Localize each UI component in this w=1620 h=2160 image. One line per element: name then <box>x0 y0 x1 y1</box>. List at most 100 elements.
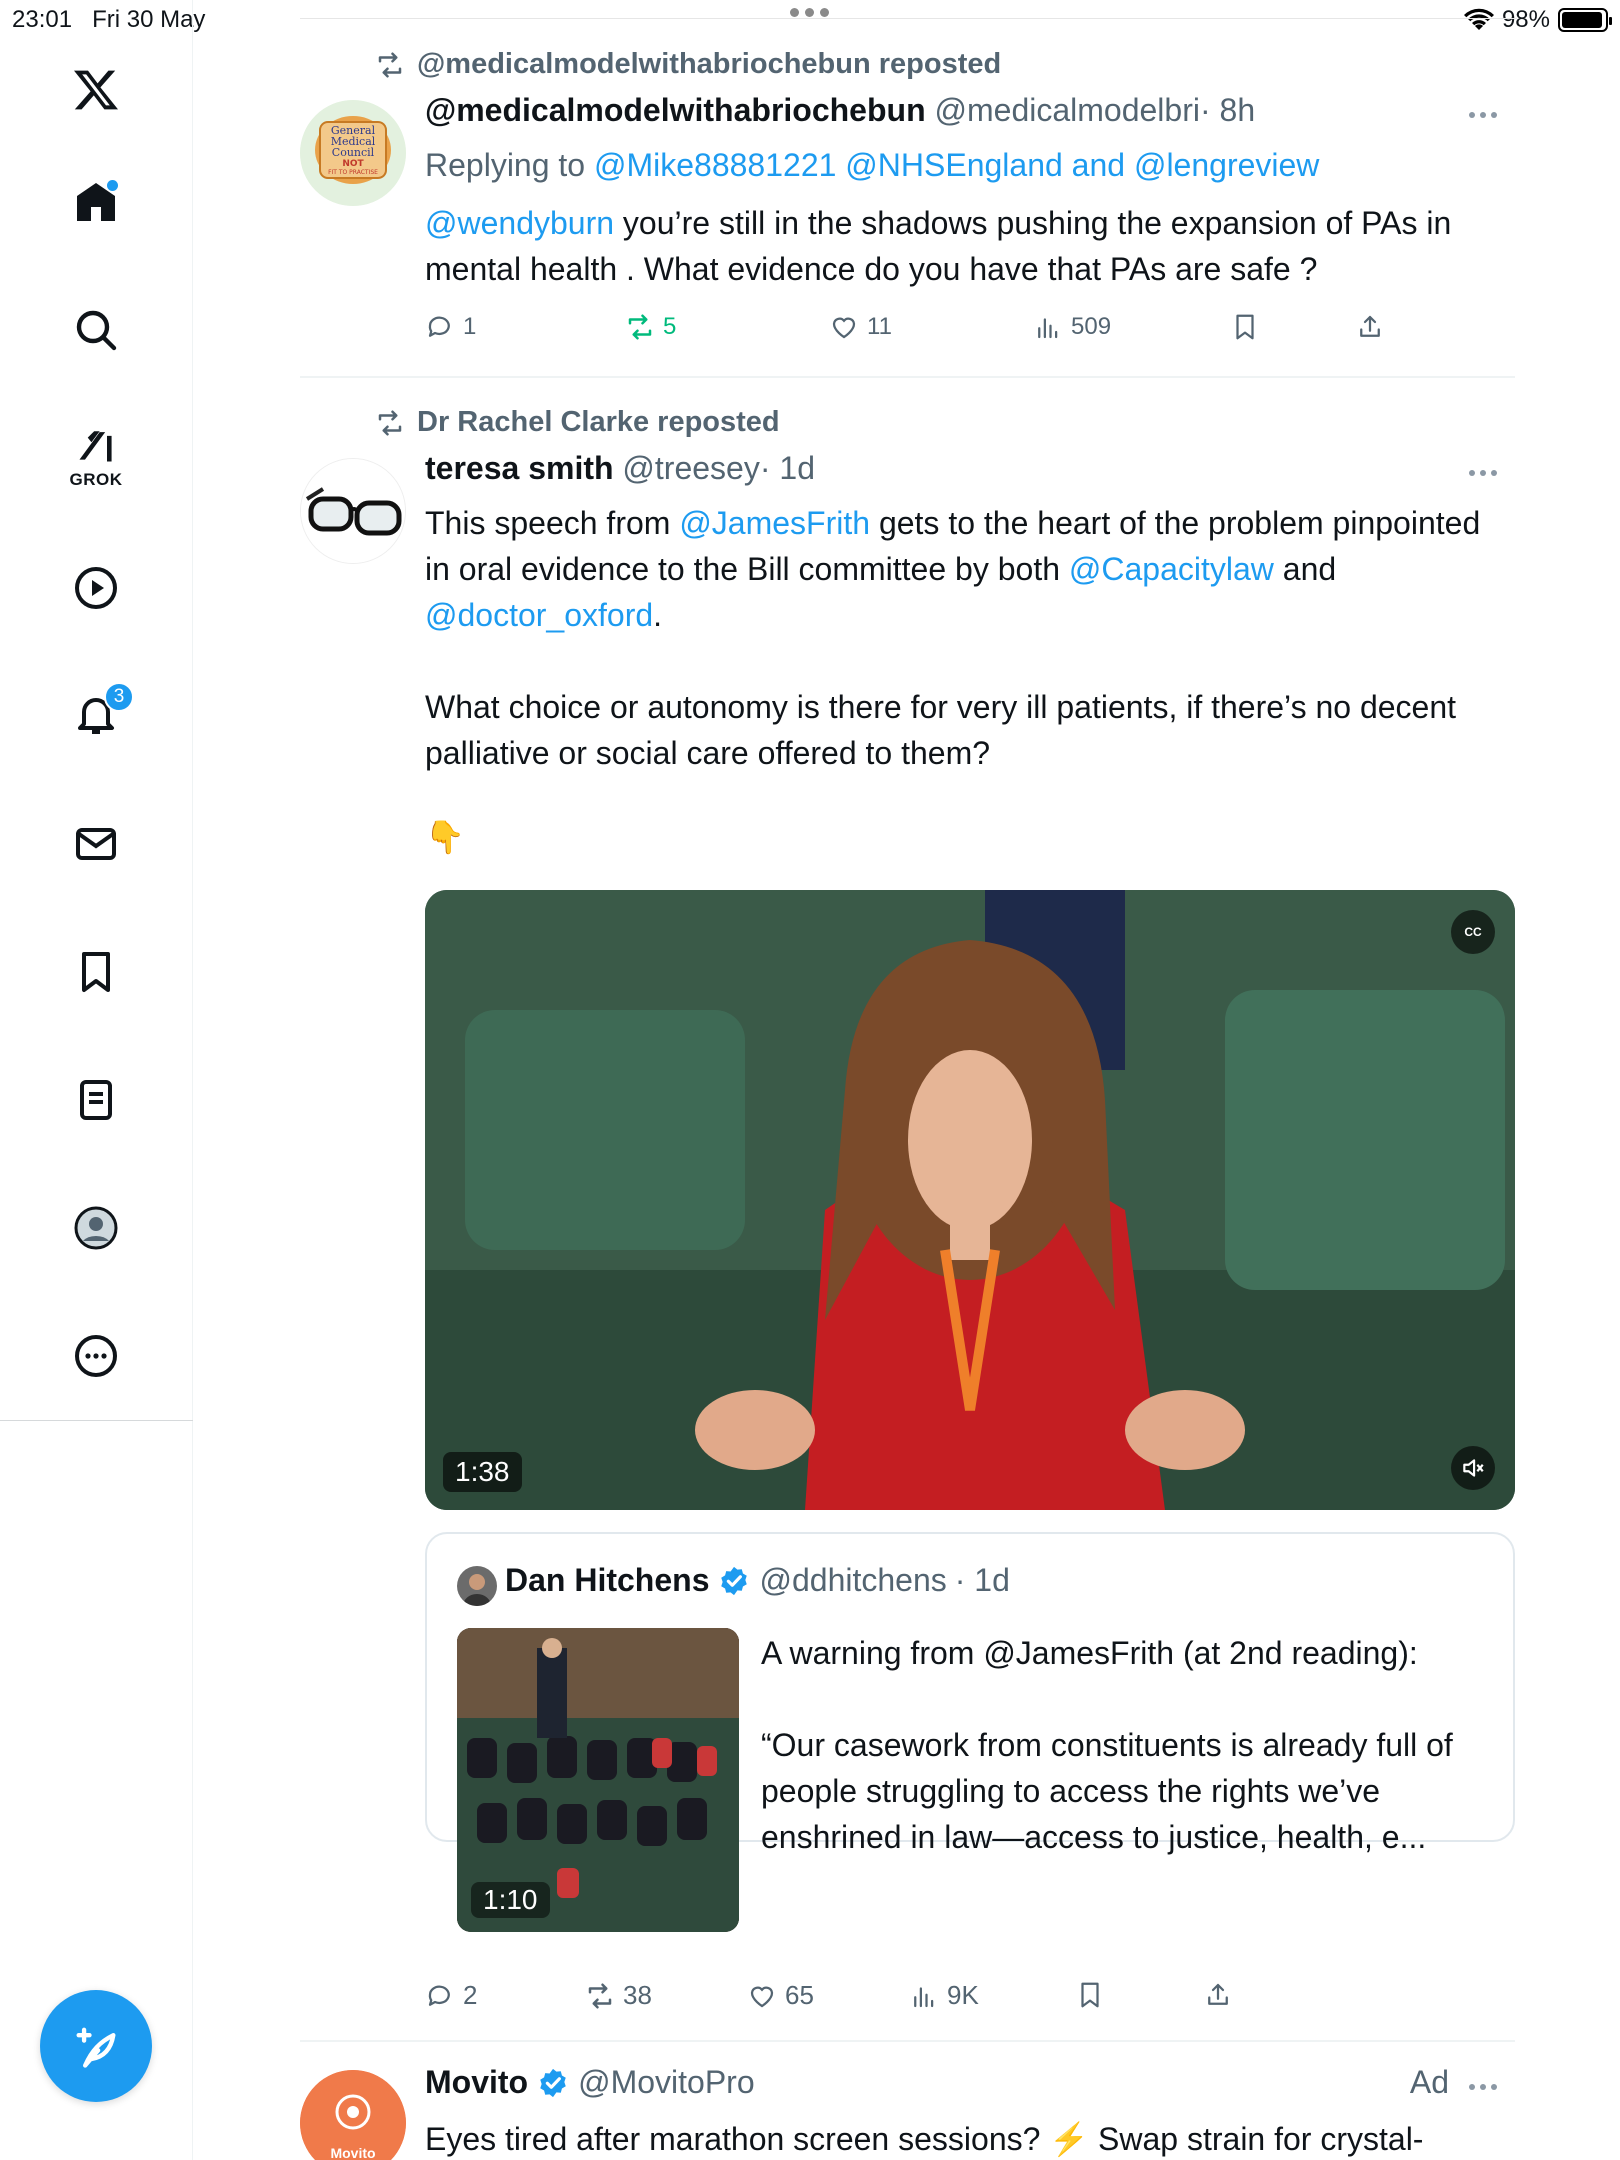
svg-text:Council: Council <box>332 146 375 159</box>
mail-icon <box>76 828 116 860</box>
quote-header: Dan Hitchens @ddhitchens · 1d <box>505 1562 1010 1599</box>
post-header: @medicalmodelwithabriochebun @medicalmod… <box>425 92 1255 129</box>
post-divider <box>300 376 1515 378</box>
video-player[interactable]: CC 1:38 <box>425 890 1515 1510</box>
notification-badge: 3 <box>104 682 134 712</box>
like-button[interactable]: 11 <box>829 312 892 342</box>
mute-button[interactable] <box>1451 1446 1495 1490</box>
quote-video-duration: 1:10 <box>471 1882 550 1918</box>
profile-icon <box>74 1206 118 1250</box>
sidebar-item-search[interactable] <box>52 286 140 374</box>
quote-text-line: A warning from @JamesFrith (at 2nd readi… <box>761 1635 1418 1671</box>
captions-button[interactable]: CC <box>1451 910 1495 954</box>
view-count: 509 <box>1071 313 1112 340</box>
bookmark-button[interactable] <box>1230 312 1260 342</box>
speaker-muted-icon <box>1463 1459 1484 1477</box>
repost-indicator: Dr Rachel Clarke reposted <box>375 406 780 439</box>
display-name[interactable]: @medicalmodelwithabriochebun <box>425 92 926 128</box>
reply-mentions[interactable]: @Mike88881221 @NHSEngland and @lengrevie… <box>594 147 1319 183</box>
post-time[interactable]: · 1d <box>760 450 815 486</box>
sidebar-item-video[interactable] <box>52 544 140 632</box>
battery-icon <box>1558 8 1612 32</box>
mention-link[interactable]: @JamesFrith <box>679 505 870 541</box>
repost-button[interactable]: 5 <box>625 312 676 342</box>
sidebar-item-notifications[interactable]: 3 <box>52 672 140 760</box>
sidebar-item-home[interactable] <box>52 158 140 246</box>
sidebar-item-messages[interactable] <box>52 800 140 888</box>
mention-link[interactable]: @wendyburn <box>425 205 614 241</box>
play-circle-icon <box>75 567 117 609</box>
heart-icon <box>750 1986 774 2007</box>
views-button[interactable]: 509 <box>1033 312 1111 342</box>
sidebar-item-more[interactable] <box>52 1312 140 1400</box>
reply-count: 1 <box>463 313 477 340</box>
bookmark-icon <box>1081 1982 1099 2008</box>
bookmark-icon <box>82 952 110 992</box>
more-options-button[interactable] <box>1469 112 1497 118</box>
share-icon <box>1208 1983 1228 2005</box>
repost-button[interactable]: 38 <box>585 1980 652 2011</box>
quoted-post[interactable]: Dan Hitchens @ddhitchens · 1d 1:10 A war… <box>425 1532 1515 1932</box>
sidebar-item-lists[interactable] <box>52 1056 140 1144</box>
handle[interactable]: @medicalmodelbri <box>935 92 1200 128</box>
views-button[interactable]: 9K <box>909 1980 979 2011</box>
post-text: This speech from @JamesFrith gets to the… <box>425 505 1481 633</box>
reply-button[interactable]: 1 <box>425 312 476 342</box>
repost-label: Dr Rachel Clarke reposted <box>417 406 780 438</box>
post-text: Eyes tired after marathon screen session… <box>425 2121 1424 2157</box>
post-actions: 2 38 65 9K <box>425 1980 1515 2016</box>
more-options-button[interactable] <box>1469 470 1497 476</box>
more-circle-icon <box>75 1335 117 1377</box>
avatar[interactable] <box>300 458 406 564</box>
sidebar-item-grok[interactable]: GROK <box>52 410 140 498</box>
share-icon <box>1360 315 1380 337</box>
status-right: 98% <box>1463 6 1612 34</box>
verified-badge-icon <box>540 2068 566 2097</box>
multitasking-dots[interactable] <box>790 8 829 17</box>
quote-display-name[interactable]: Dan Hitchens <box>505 1562 709 1599</box>
reply-icon <box>428 1985 450 2006</box>
verified-badge-icon <box>721 1566 748 1595</box>
post-time[interactable]: · 8h <box>1200 92 1255 128</box>
avatar[interactable]: Movito <box>300 2070 406 2160</box>
heart-icon <box>832 317 856 339</box>
handle[interactable]: @MovitoPro <box>578 2064 755 2101</box>
x-logo-icon[interactable] <box>52 46 140 134</box>
display-name[interactable]: Movito <box>425 2064 528 2101</box>
repost-icon <box>378 52 402 77</box>
mention-link[interactable]: @doctor_oxford <box>425 597 653 633</box>
share-button[interactable] <box>1203 1980 1233 2010</box>
compose-post-button[interactable] <box>40 1990 152 2102</box>
post-text-paragraph: What choice or autonomy is there for ver… <box>425 689 1457 771</box>
bookmark-button[interactable] <box>1075 1980 1105 2010</box>
wifi-icon <box>1463 8 1494 30</box>
quote-handle[interactable]: @ddhitchens <box>759 1562 946 1599</box>
video-duration: 1:38 <box>443 1452 522 1492</box>
reply-button[interactable]: 2 <box>425 1980 477 2011</box>
share-button[interactable] <box>1355 312 1385 342</box>
avatar[interactable]: General Medical Council NOT FIT TO PRACT… <box>300 100 406 206</box>
quote-text-body: “Our casework from constituents is alrea… <box>761 1727 1453 1855</box>
video-frame-image <box>425 890 1515 1510</box>
like-count: 65 <box>785 1980 814 2010</box>
bookmark-icon <box>1236 314 1254 340</box>
mention-link[interactable]: @Capacitylaw <box>1069 551 1274 587</box>
handle[interactable]: @treesey <box>622 450 759 486</box>
quote-time[interactable]: · 1d <box>955 1562 1010 1599</box>
post-header: Movito @MovitoPro <box>425 2064 755 2101</box>
more-options-button[interactable] <box>1469 2084 1497 2090</box>
svg-text:NOT: NOT <box>342 159 364 169</box>
quote-avatar-image <box>457 1566 497 1606</box>
repost-indicator: @medicalmodelwithabriochebun reposted <box>375 48 1001 81</box>
display-name[interactable]: teresa smith <box>425 450 614 486</box>
svg-text:FIT TO PRACTISE: FIT TO PRACTISE <box>328 169 378 176</box>
like-button[interactable]: 65 <box>747 1980 814 2011</box>
repost-count: 38 <box>623 1980 652 2010</box>
sidebar-item-profile[interactable] <box>52 1184 140 1272</box>
sidebar: GROK 3 <box>0 0 193 2160</box>
reply-context: Replying to @Mike88881221 @NHSEngland an… <box>425 142 1505 188</box>
quote-avatar[interactable] <box>457 1566 497 1606</box>
repost-label: @medicalmodelwithabriochebun reposted <box>417 48 1002 80</box>
quote-video-thumbnail[interactable]: 1:10 <box>457 1628 739 1932</box>
sidebar-item-bookmarks[interactable] <box>52 928 140 1016</box>
